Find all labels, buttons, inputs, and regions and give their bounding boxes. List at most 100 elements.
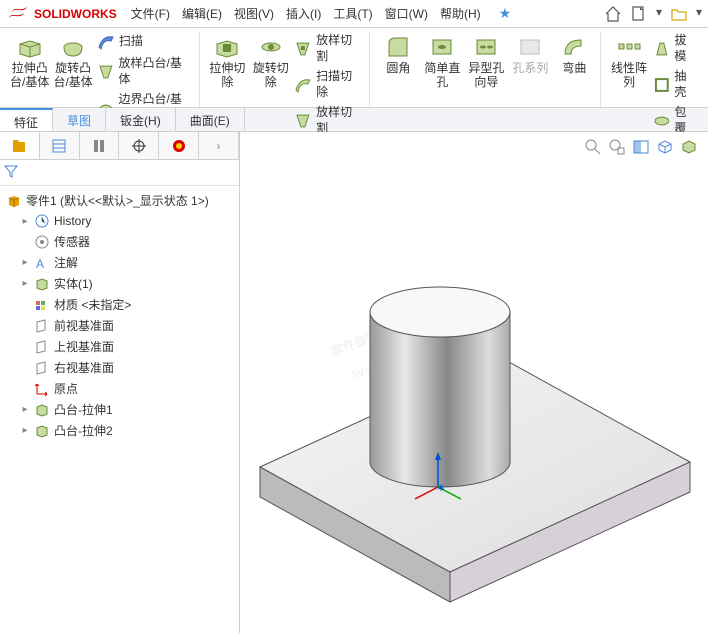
boss-extrude-icon — [17, 34, 43, 60]
tab-sketch[interactable]: 草图 — [53, 108, 106, 131]
wrap-icon — [653, 112, 671, 130]
app-logo: SOLIDWORKS — [6, 5, 117, 23]
tree-top-plane[interactable]: 上视基准面 — [2, 336, 237, 357]
tab-surface[interactable]: 曲面(E) — [176, 108, 245, 131]
side-tab-config[interactable] — [80, 132, 120, 159]
shell-button[interactable]: 抽壳 — [651, 68, 700, 101]
tree-feature-1[interactable]: ▸凸台-拉伸1 — [2, 399, 237, 420]
home-icon[interactable] — [604, 5, 622, 23]
fillet-icon — [385, 34, 411, 60]
side-tab-property[interactable] — [40, 132, 80, 159]
menu-file[interactable]: 文件(F) — [131, 5, 170, 22]
svg-text:✶: ✶ — [436, 481, 446, 495]
tree-solid-bodies[interactable]: ▸实体(1) — [2, 273, 237, 294]
tree-sensors[interactable]: 传感器 — [2, 231, 237, 252]
draft-icon — [653, 40, 671, 58]
origin-icon — [34, 381, 50, 397]
hole-wizard-icon — [473, 34, 499, 60]
tree-filter[interactable] — [0, 160, 239, 186]
featuretree-icon — [11, 138, 27, 154]
feature-tree: 零件1 (默认<<默认>_显示状态 1>) ▸History 传感器 ▸A注解 … — [0, 186, 239, 445]
side-tab-dimxpert[interactable] — [119, 132, 159, 159]
tree-root[interactable]: 零件1 (默认<<默认>_显示状态 1>) — [2, 190, 237, 211]
draft-button[interactable]: 拔模 — [651, 32, 700, 65]
part-icon — [6, 193, 22, 209]
boss-extrude-button[interactable]: 拉伸凸台/基体 — [8, 32, 51, 92]
linear-pattern-icon — [616, 34, 642, 60]
simple-hole-icon — [429, 34, 455, 60]
menu-help[interactable]: 帮助(H) — [440, 5, 481, 22]
expand-icon[interactable]: ▸ — [20, 426, 30, 436]
boss-revolve-button[interactable]: 旋转凸台/基体 — [51, 32, 94, 92]
tree-annotations[interactable]: ▸A注解 — [2, 252, 237, 273]
annotation-icon: A — [34, 255, 50, 271]
menu-view[interactable]: 视图(V) — [234, 5, 274, 22]
property-icon — [51, 138, 67, 154]
quick-access-toolbar: ▾ ▾ — [604, 5, 702, 23]
menu-insert[interactable]: 插入(I) — [286, 5, 321, 22]
boss-extrude-icon — [34, 423, 50, 439]
fillet-button[interactable]: 圆角 — [376, 32, 420, 78]
filter-icon — [4, 164, 18, 178]
feature-manager-tabs: › — [0, 132, 239, 160]
tree-front-plane[interactable]: 前视基准面 — [2, 315, 237, 336]
material-icon — [34, 297, 50, 313]
tree-history[interactable]: ▸History — [2, 211, 237, 231]
solidworks-logo-icon — [6, 5, 30, 23]
linear-pattern-button[interactable]: 线性阵列 — [607, 32, 650, 92]
side-tab-appearance[interactable] — [159, 132, 199, 159]
tree-origin[interactable]: 原点 — [2, 378, 237, 399]
sensor-icon — [34, 234, 50, 250]
graphics-viewport[interactable]: 软件自学网 WWW.RJZXW.COM — [240, 132, 708, 633]
ribbon-group-cut: 拉伸切除 旋转切除 放样切割 扫描切除 放样切割 — [202, 32, 371, 107]
cylinder-body[interactable] — [370, 312, 510, 487]
menu-tools[interactable]: 工具(T) — [333, 5, 372, 22]
cut-extrude-button[interactable]: 拉伸切除 — [206, 32, 249, 92]
tree-feature-2[interactable]: ▸凸台-拉伸2 — [2, 420, 237, 441]
feature-manager-panel: › 零件1 (默认<<默认>_显示状态 1>) ▸History 传感器 ▸A注… — [0, 132, 240, 633]
tab-sheetmetal[interactable]: 钣金(H) — [106, 108, 176, 131]
quick-dropdown-1[interactable]: ▾ — [656, 5, 662, 23]
main-area: › 零件1 (默认<<默认>_显示状态 1>) ▸History 传感器 ▸A注… — [0, 132, 708, 633]
tree-right-plane[interactable]: 右视基准面 — [2, 357, 237, 378]
cylinder-top-face[interactable] — [370, 287, 510, 337]
expand-icon[interactable]: ▸ — [20, 279, 30, 289]
menu-edit[interactable]: 编辑(E) — [182, 5, 222, 22]
cut-sweep-icon — [294, 76, 312, 94]
ribbon-group-boss: 拉伸凸台/基体 旋转凸台/基体 扫描 放样凸台/基体 边界凸台/基体 — [4, 32, 200, 107]
cut-extrude-icon — [214, 34, 240, 60]
hole-wizard-button[interactable]: 异型孔向导 — [464, 32, 508, 92]
boss-extrude-icon — [34, 402, 50, 418]
expand-icon[interactable]: ▸ — [20, 258, 30, 268]
solid-icon — [34, 276, 50, 292]
side-tab-featuretree[interactable] — [0, 132, 40, 159]
main-menu: 文件(F) 编辑(E) 视图(V) 插入(I) 工具(T) 窗口(W) 帮助(H… — [131, 5, 512, 22]
bend-button[interactable]: 弯曲 — [552, 32, 596, 78]
cut-loft-button[interactable]: 放样切割 — [292, 32, 365, 65]
new-icon[interactable] — [630, 5, 648, 23]
ribbon-group-features: 圆角 简单直孔 异型孔向导 孔系列 弯曲 — [372, 32, 601, 107]
menu-window[interactable]: 窗口(W) — [385, 5, 428, 22]
shell-icon — [653, 76, 671, 94]
expand-icon[interactable]: ▸ — [20, 216, 30, 226]
open-icon[interactable] — [670, 5, 688, 23]
ribbon-group-pattern: 线性阵列 拔模 抽壳 包覆 — [603, 32, 704, 107]
cut-sweep-button[interactable]: 扫描切除 — [292, 68, 365, 101]
menu-pin-icon[interactable]: ★ — [499, 5, 512, 22]
quick-dropdown-2[interactable]: ▾ — [696, 5, 702, 23]
chevron-right-icon: › — [217, 139, 221, 153]
expand-icon[interactable]: ▸ — [20, 405, 30, 415]
tab-features[interactable]: 特征 — [0, 108, 53, 131]
appearance-icon — [171, 138, 187, 154]
hole-series-button: 孔系列 — [508, 32, 552, 78]
tree-material[interactable]: 材质 <未指定> — [2, 294, 237, 315]
cut-revolve-button[interactable]: 旋转切除 — [249, 32, 292, 92]
boss-sweep-button[interactable]: 扫描 — [95, 32, 195, 52]
boss-loft-button[interactable]: 放样凸台/基体 — [95, 55, 195, 88]
plane-icon — [34, 318, 50, 334]
cut-revolve-icon — [258, 34, 284, 60]
dimxpert-icon — [131, 138, 147, 154]
side-tab-more[interactable]: › — [199, 132, 239, 159]
simple-hole-button[interactable]: 简单直孔 — [420, 32, 464, 92]
cut-loft-icon — [294, 40, 312, 58]
